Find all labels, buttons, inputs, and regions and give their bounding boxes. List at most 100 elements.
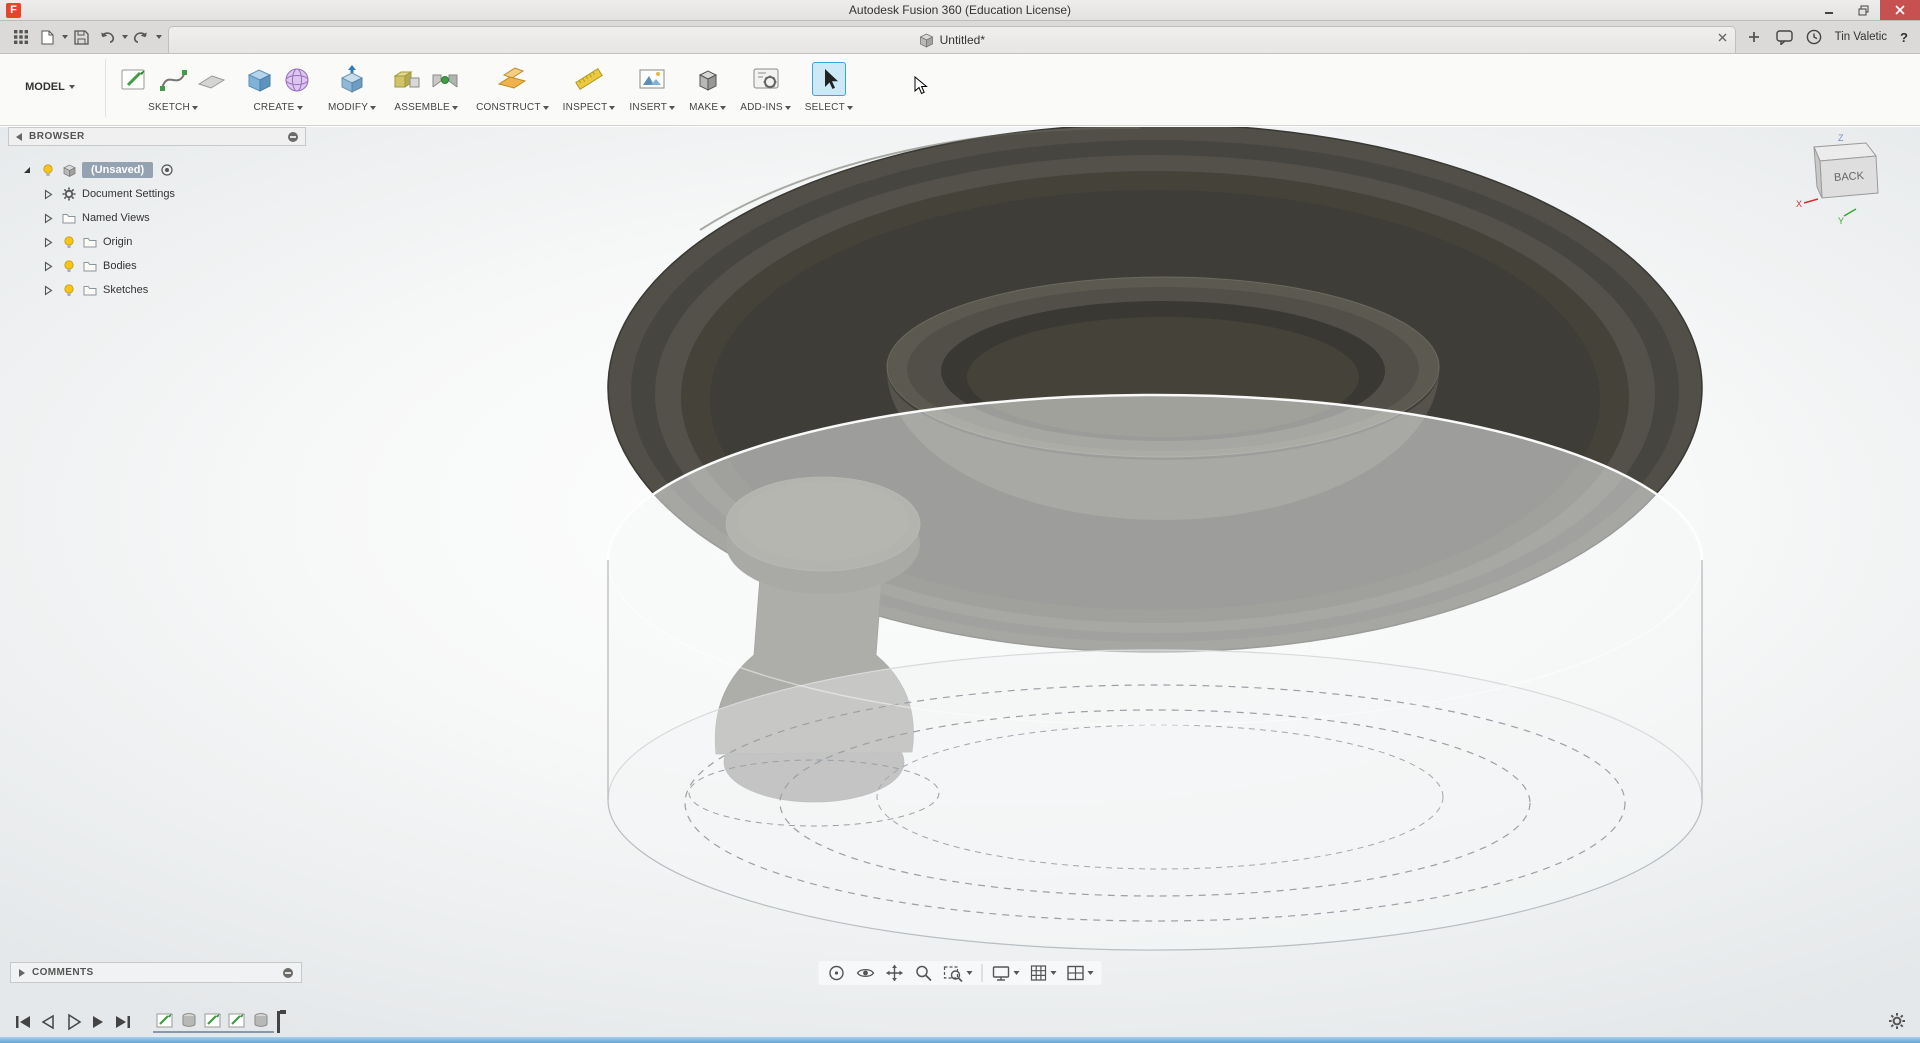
timeline-revolve-feature[interactable] (179, 1010, 198, 1029)
browser-item-document-settings[interactable]: Document Settings (8, 182, 306, 206)
comments-minimize-icon[interactable] (282, 967, 294, 979)
addins-scripts-icon[interactable] (749, 62, 783, 96)
sketch-spline-icon[interactable] (156, 62, 190, 96)
root-document-label[interactable]: (Unsaved) (82, 162, 154, 178)
expander-closed-icon[interactable] (40, 188, 56, 200)
group-label-inspect[interactable]: INSPECT (563, 102, 608, 113)
display-settings-caret-icon[interactable] (1013, 971, 1020, 975)
help-icon[interactable]: ? (1900, 30, 1908, 45)
document-tab[interactable]: Untitled* (168, 26, 1736, 53)
select-caret-icon[interactable] (846, 105, 853, 110)
browser-root-row[interactable]: (Unsaved) (8, 158, 306, 182)
assemble-caret-icon[interactable] (451, 105, 458, 110)
browser-item-bodies[interactable]: Bodies (8, 254, 306, 278)
make-caret-icon[interactable] (720, 105, 727, 110)
toolbar-separator (105, 59, 106, 117)
grid-settings-caret-icon[interactable] (1050, 971, 1057, 975)
group-label-make[interactable]: MAKE (689, 102, 718, 113)
undo-button[interactable] (94, 24, 120, 50)
activate-radio-icon[interactable] (159, 164, 175, 176)
document-tab-close-icon[interactable] (1718, 33, 1727, 42)
expander-closed-icon[interactable] (40, 236, 56, 248)
group-label-insert[interactable]: INSERT (629, 102, 667, 113)
browser-collapse-icon[interactable] (15, 132, 23, 142)
group-label-addins[interactable]: ADD-INS (740, 102, 783, 113)
sketch-caret-icon[interactable] (191, 105, 198, 110)
close-button[interactable] (1880, 0, 1920, 20)
model-viewport[interactable]: BROWSER (Unsaved) Document Settings Name… (0, 127, 1920, 1043)
timeline-sketch-feature[interactable] (203, 1010, 222, 1029)
timeline-revolve-feature[interactable] (251, 1010, 270, 1029)
comments-feed-icon[interactable] (1775, 29, 1793, 45)
construct-plane-icon[interactable] (495, 62, 529, 96)
modify-caret-icon[interactable] (370, 105, 377, 110)
group-label-assemble[interactable]: ASSEMBLE (394, 102, 450, 113)
create-box-icon[interactable] (242, 62, 276, 96)
timeline-position-marker[interactable] (277, 1009, 286, 1033)
insert-image-icon[interactable] (635, 62, 669, 96)
group-label-modify[interactable]: MODIFY (328, 102, 368, 113)
new-component-icon[interactable] (390, 62, 424, 96)
redo-button[interactable] (128, 24, 154, 50)
press-pull-icon[interactable] (335, 62, 369, 96)
bulb-icon[interactable] (61, 259, 77, 273)
play-icon[interactable] (60, 1009, 85, 1034)
orbit-icon[interactable] (827, 963, 847, 983)
bulb-icon[interactable] (61, 283, 77, 297)
browser-minimize-icon[interactable] (287, 131, 299, 143)
save-button[interactable] (68, 24, 94, 50)
user-name[interactable]: Tin Valetic (1835, 31, 1887, 43)
app-grid-icon[interactable] (8, 24, 34, 50)
zoom-icon[interactable] (914, 963, 934, 983)
browser-item-origin[interactable]: Origin (8, 230, 306, 254)
select-tool-icon[interactable] (811, 62, 846, 96)
create-caret-icon[interactable] (296, 105, 303, 110)
new-tab-button[interactable] (1742, 25, 1766, 49)
group-label-sketch[interactable]: SKETCH (148, 102, 190, 113)
go-to-start-icon[interactable] (10, 1009, 35, 1034)
fit-icon[interactable] (943, 963, 973, 983)
create-sketch-icon[interactable] (118, 62, 152, 96)
maximize-button[interactable] (1846, 0, 1880, 20)
comments-expand-icon[interactable] (18, 968, 26, 978)
grid-settings-icon[interactable] (1029, 963, 1057, 983)
job-status-icon[interactable] (1806, 29, 1822, 45)
fit-caret-icon[interactable] (966, 971, 973, 975)
make-3dprint-icon[interactable] (691, 62, 725, 96)
file-menu-button[interactable] (34, 24, 60, 50)
group-label-create[interactable]: CREATE (253, 102, 294, 113)
go-to-end-icon[interactable] (110, 1009, 135, 1034)
joint-icon[interactable] (428, 62, 462, 96)
settings-gear-icon[interactable] (1888, 1012, 1906, 1030)
viewports-caret-icon[interactable] (1087, 971, 1094, 975)
group-label-select[interactable]: SELECT (805, 102, 845, 113)
viewports-icon[interactable] (1066, 963, 1094, 983)
step-back-icon[interactable] (35, 1009, 60, 1034)
minimize-button[interactable] (1812, 0, 1846, 20)
bulb-icon[interactable] (61, 235, 77, 249)
inspect-caret-icon[interactable] (609, 105, 616, 110)
display-settings-icon[interactable] (992, 963, 1020, 983)
expander-closed-icon[interactable] (40, 260, 56, 272)
step-forward-icon[interactable] (85, 1009, 110, 1034)
bulb-icon[interactable] (40, 163, 56, 177)
measure-icon[interactable] (572, 62, 606, 96)
construct-caret-icon[interactable] (542, 105, 549, 110)
workspace-switcher[interactable]: MODEL (0, 81, 100, 93)
browser-item-sketches[interactable]: Sketches (8, 278, 306, 302)
timeline-sketch-feature[interactable] (227, 1010, 246, 1029)
addins-caret-icon[interactable] (784, 105, 791, 110)
sketch-plane-icon[interactable] (194, 62, 228, 96)
insert-caret-icon[interactable] (669, 105, 676, 110)
pan-icon[interactable] (885, 963, 905, 983)
expander-closed-icon[interactable] (40, 284, 56, 296)
expander-closed-icon[interactable] (40, 212, 56, 224)
browser-item-named-views[interactable]: Named Views (8, 206, 306, 230)
view-cube[interactable]: Z BACK X Y (1794, 131, 1904, 241)
redo-caret-icon[interactable] (156, 35, 162, 39)
look-at-icon[interactable] (856, 963, 876, 983)
create-form-icon[interactable] (280, 62, 314, 96)
group-label-construct[interactable]: CONSTRUCT (476, 102, 541, 113)
timeline-sketch-feature[interactable] (155, 1010, 174, 1029)
expander-open-icon[interactable] (19, 165, 35, 175)
